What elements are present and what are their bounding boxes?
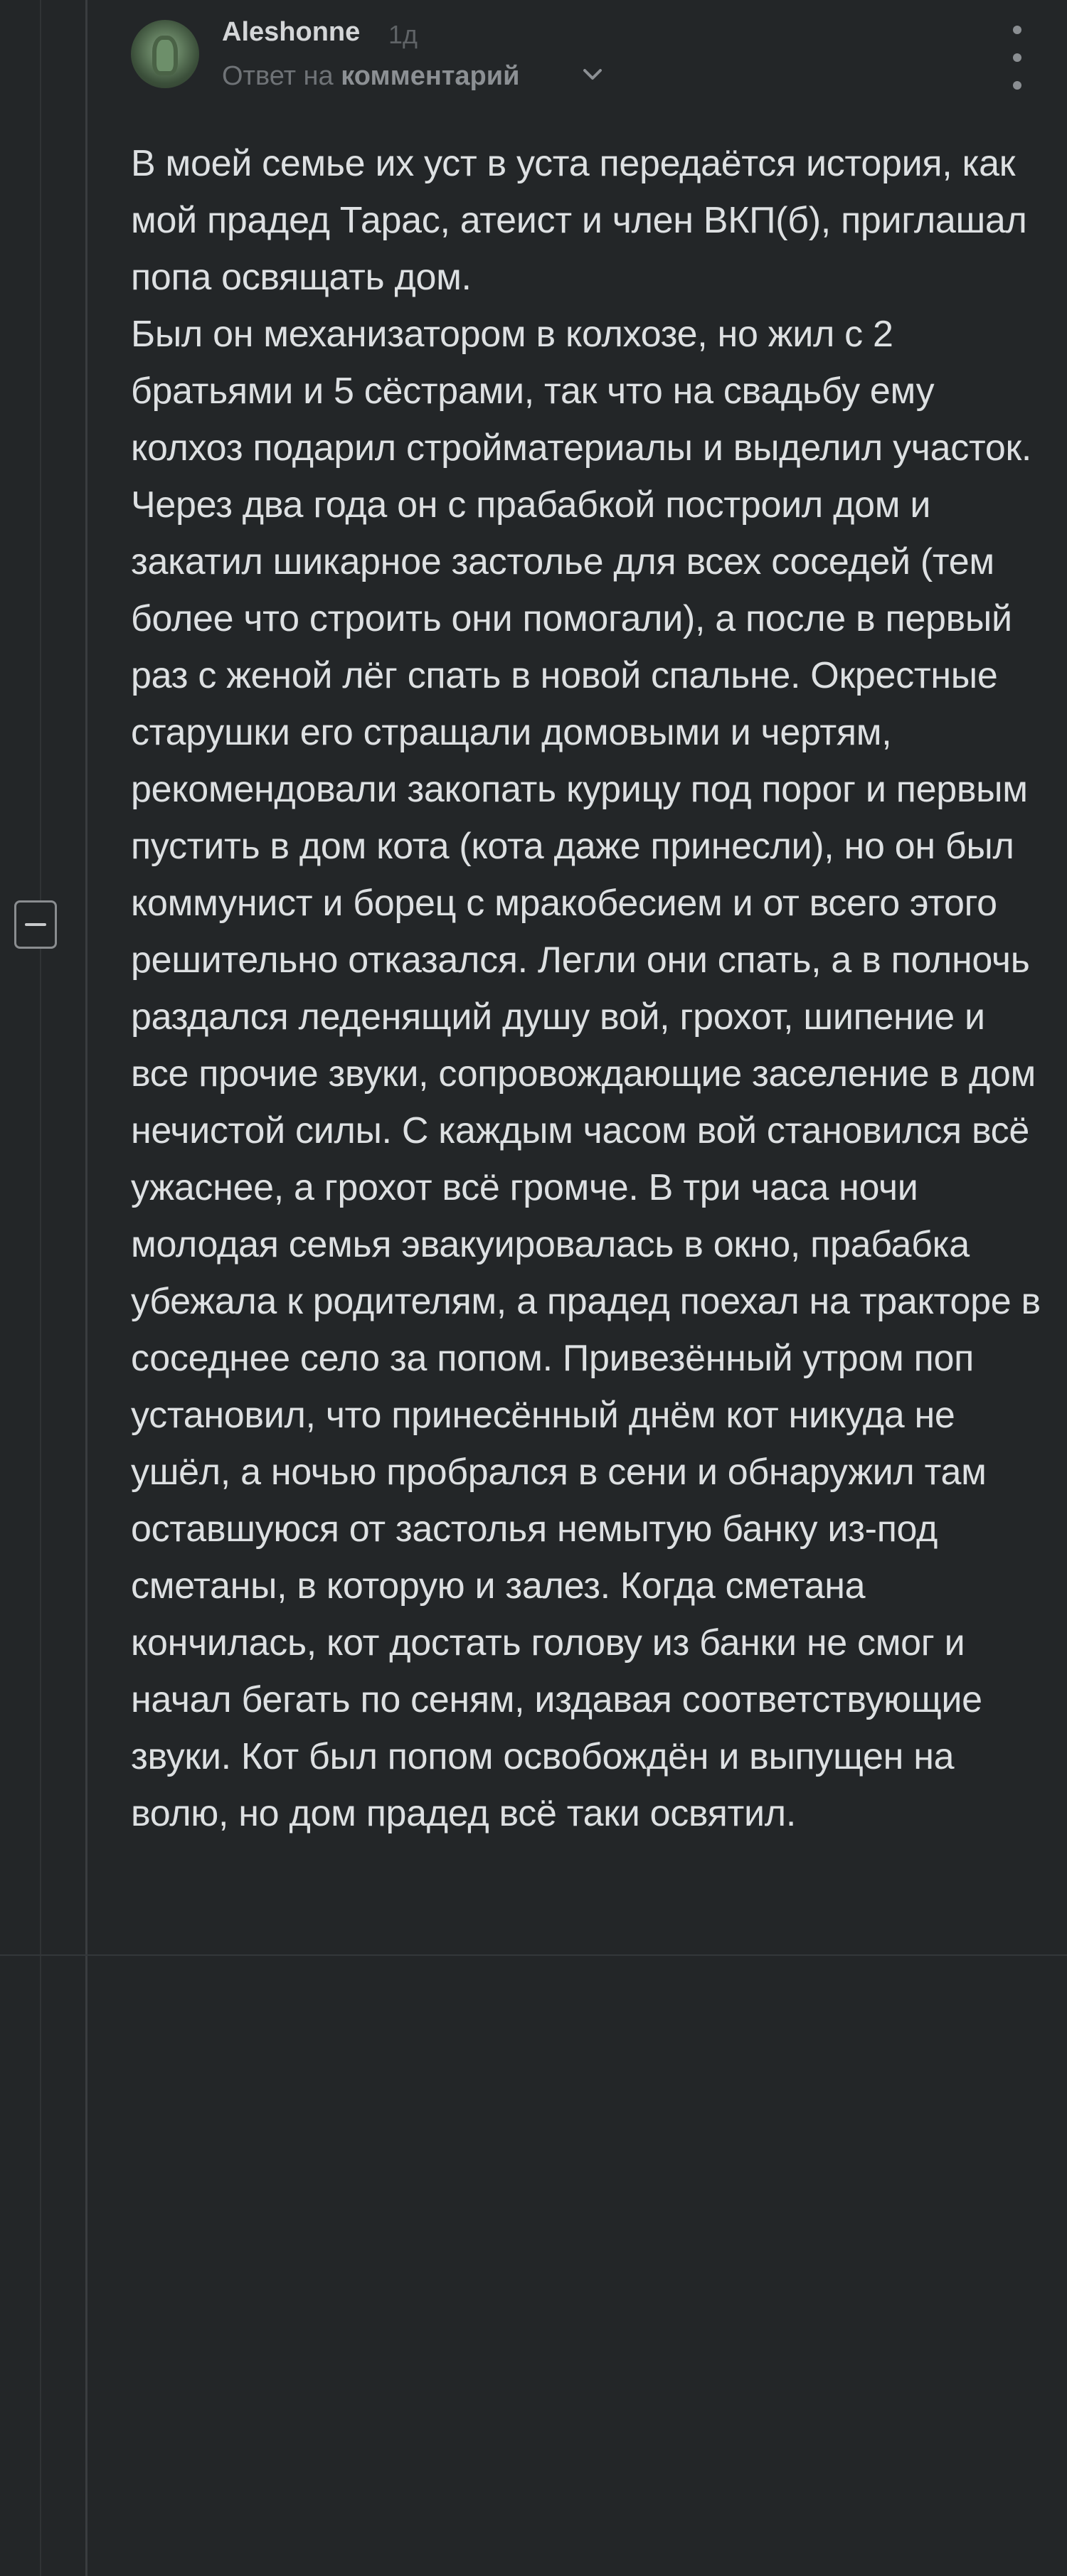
comment-paragraph: В моей семье их уст в уста передаётся ис… [131,143,1027,298]
avatar[interactable] [131,20,199,88]
timestamp: 1д [388,20,418,49]
username[interactable]: Aleshonne [222,17,360,48]
divider [0,1954,1067,1956]
chevron-down-icon[interactable] [582,65,603,84]
comment-paragraph: Был он механизатором в колхозе, но жил с… [131,314,1041,1834]
minus-square-icon [25,923,46,926]
comment-header: Aleshonne 1д Ответ на комментарий [131,14,1049,100]
reply-target: комментарий [341,61,520,91]
reply-to-link[interactable]: Ответ на комментарий [222,61,519,92]
thread-line-outer [40,0,41,2576]
more-vertical-icon[interactable] [996,26,1039,90]
reply-prefix: Ответ на [222,61,334,91]
comment-body: В моей семье их уст в уста передаётся ис… [131,135,1049,1842]
thread-line[interactable] [85,0,87,2576]
collapse-button[interactable] [14,900,57,949]
